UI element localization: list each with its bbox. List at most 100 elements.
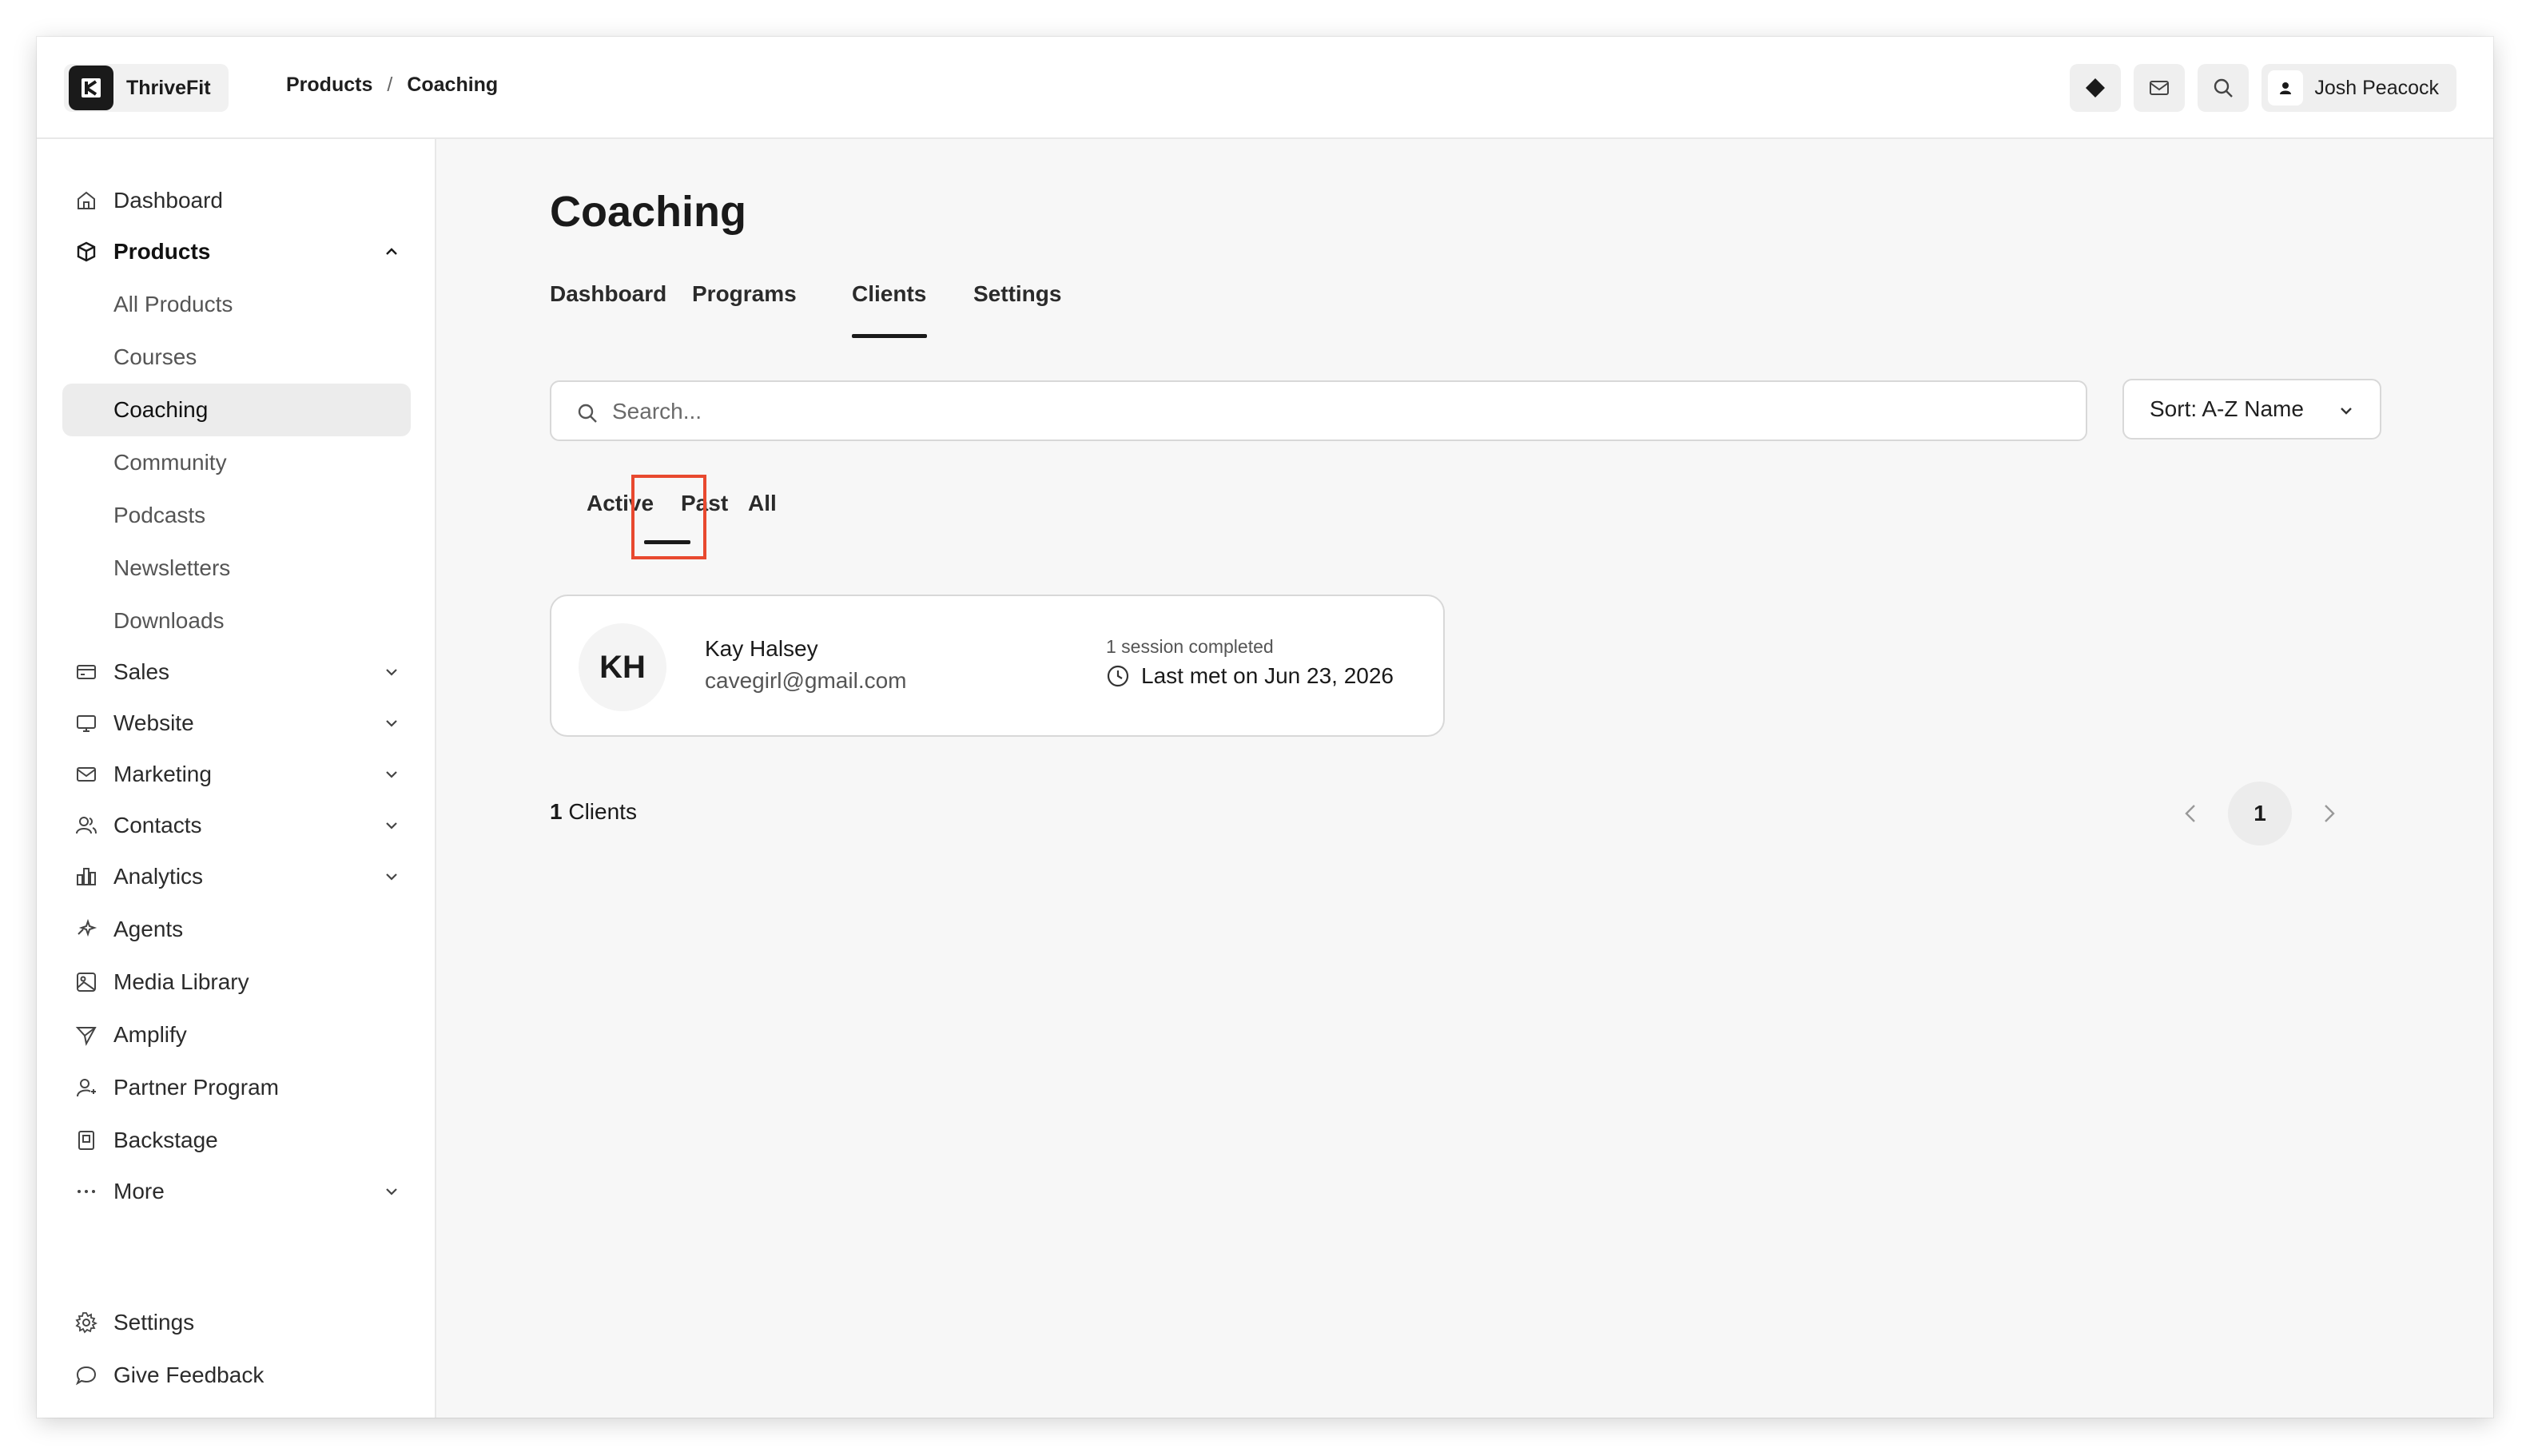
upgrade-button[interactable] [2070, 64, 2122, 112]
chevron-up-icon [386, 248, 397, 255]
sidebar-item-more[interactable]: More [62, 1165, 411, 1218]
messages-button[interactable] [2134, 64, 2186, 112]
chevron-down-icon [2341, 408, 2352, 415]
sidebar-item-label: More [113, 1179, 165, 1203]
client-email: cavegirl@gmail.com [705, 668, 907, 693]
sidebar-item-products[interactable]: Products [62, 225, 411, 278]
sidebar-subitem-courses[interactable]: Courses [62, 331, 411, 384]
sidebar-item-marketing[interactable]: Marketing [62, 748, 411, 801]
page-number-button[interactable]: 1 [2228, 782, 2292, 845]
user-icon [2280, 82, 2292, 94]
chevron-right-icon[interactable] [2316, 801, 2341, 826]
sidebar-subitem-label: Newsletters [113, 555, 231, 580]
sidebar-item-dashboard[interactable]: Dashboard [62, 174, 411, 227]
sidebar-item-label: Contacts [113, 813, 202, 837]
sidebar-item-backstage[interactable]: Backstage [62, 1114, 411, 1167]
sidebar-item-give-feedback[interactable]: Give Feedback [62, 1349, 411, 1402]
breadcrumb-products[interactable]: Products [286, 74, 372, 97]
user-menu-button[interactable]: Josh Peacock [2261, 64, 2456, 112]
client-last-met: Last met on Jun 23, 2026 [1106, 663, 1394, 689]
tab-settings[interactable]: Settings [973, 281, 1061, 307]
sidebar-subitem-community[interactable]: Community [62, 436, 411, 489]
sidebar-subitem-label: All Products [113, 292, 233, 316]
chevron-down-icon [386, 669, 397, 676]
sidebar-item-agents[interactable]: Agents [62, 903, 411, 956]
sidebar-item-label: Dashboard [113, 188, 223, 213]
sidebar-item-sales[interactable]: Sales [62, 646, 411, 698]
breadcrumb: Products / Coaching [286, 74, 498, 97]
sidebar-item-label: Marketing [113, 762, 212, 786]
search-button[interactable] [2198, 64, 2250, 112]
search-input[interactable] [612, 393, 2051, 430]
home-icon [78, 191, 95, 209]
tab-programs[interactable]: Programs [692, 281, 797, 307]
gear-icon [75, 1312, 97, 1334]
mail-icon [77, 767, 96, 782]
sidebar-item-partner-program[interactable]: Partner Program [62, 1061, 411, 1114]
users-icon [76, 817, 97, 834]
sidebar-item-label: Backstage [113, 1128, 218, 1152]
sidebar-item-website[interactable]: Website [62, 697, 411, 750]
breadcrumb-separator: / [387, 74, 393, 96]
chevron-down-icon [386, 720, 397, 727]
tab-clients[interactable]: Clients [852, 281, 926, 307]
partner-icon [77, 1079, 96, 1097]
sidebar-subitem-coaching[interactable]: Coaching [62, 384, 411, 436]
chevron-down-icon [386, 873, 397, 881]
client-card[interactable]: KH Kay Halsey cavegirl@gmail.com 1 sessi… [550, 595, 1445, 737]
sidebar-item-label: Amplify [113, 1022, 187, 1047]
sidebar-subitem-label: Community [113, 450, 227, 475]
sidebar-item-contacts[interactable]: Contacts [62, 799, 411, 852]
client-count: 1 Clients [550, 799, 637, 825]
brand-switcher[interactable]: ThriveFit [64, 64, 229, 112]
image-icon [77, 973, 96, 992]
chat-icon [75, 1366, 97, 1386]
sidebar-subitem-label: Courses [113, 344, 197, 369]
sidebar-item-amplify[interactable]: Amplify [62, 1008, 411, 1061]
top-actions: Josh Peacock [2070, 64, 2456, 112]
highlight-box [631, 475, 706, 559]
sparkle-icon [78, 918, 97, 937]
sidebar: Dashboard Products All Products Courses … [37, 139, 436, 1418]
page-title: Coaching [550, 188, 747, 236]
sidebar-subitem-podcasts[interactable]: Podcasts [62, 489, 411, 542]
send-icon [75, 1027, 97, 1046]
sidebar-subitem-label: Podcasts [113, 503, 206, 527]
client-sessions: 1 session completed [1106, 636, 1274, 657]
sidebar-item-settings[interactable]: Settings [62, 1296, 411, 1349]
sidebar-item-media-library[interactable]: Media Library [62, 956, 411, 1008]
sidebar-item-analytics[interactable]: Analytics [62, 850, 411, 903]
sidebar-item-label: Agents [113, 917, 184, 941]
sort-label: Sort: A-Z Name [2150, 396, 2304, 421]
sidebar-item-label: Partner Program [113, 1075, 279, 1100]
tab-dashboard[interactable]: Dashboard [550, 281, 666, 307]
brand-logo-icon [69, 66, 113, 110]
top-bar: ThriveFit Products / Coaching Josh Peaco… [37, 37, 2493, 139]
chevron-left-icon[interactable] [2178, 801, 2204, 826]
sidebar-item-label: Analytics [113, 864, 204, 889]
sort-dropdown[interactable]: Sort: A-Z Name [2122, 379, 2381, 440]
backstage-icon [78, 1131, 94, 1150]
search-icon [2214, 78, 2234, 97]
card-icon [77, 665, 96, 679]
diamond-icon [2086, 78, 2106, 97]
sidebar-item-label: Settings [113, 1310, 195, 1335]
client-last-met-text: Last met on Jun 23, 2026 [1141, 663, 1394, 688]
sidebar-subitem-newsletters[interactable]: Newsletters [62, 542, 411, 595]
search-icon [578, 404, 597, 423]
sidebar-subitem-downloads[interactable]: Downloads [62, 595, 411, 647]
mail-icon [2150, 81, 2170, 95]
user-name: Josh Peacock [2314, 76, 2439, 99]
sidebar-subitem-label: Downloads [113, 608, 225, 633]
client-name: Kay Halsey [705, 636, 818, 661]
monitor-icon [77, 715, 96, 732]
sidebar-item-label: Products [113, 239, 211, 264]
sidebar-item-label: Sales [113, 659, 170, 684]
more-icon [78, 1190, 95, 1193]
user-avatar [2268, 70, 2304, 105]
filter-tab-all[interactable]: All [748, 491, 777, 516]
clock-icon [1107, 665, 1129, 687]
sidebar-subitem-all-products[interactable]: All Products [62, 278, 411, 331]
chevron-down-icon [386, 1188, 397, 1195]
breadcrumb-coaching: Coaching [407, 74, 499, 96]
